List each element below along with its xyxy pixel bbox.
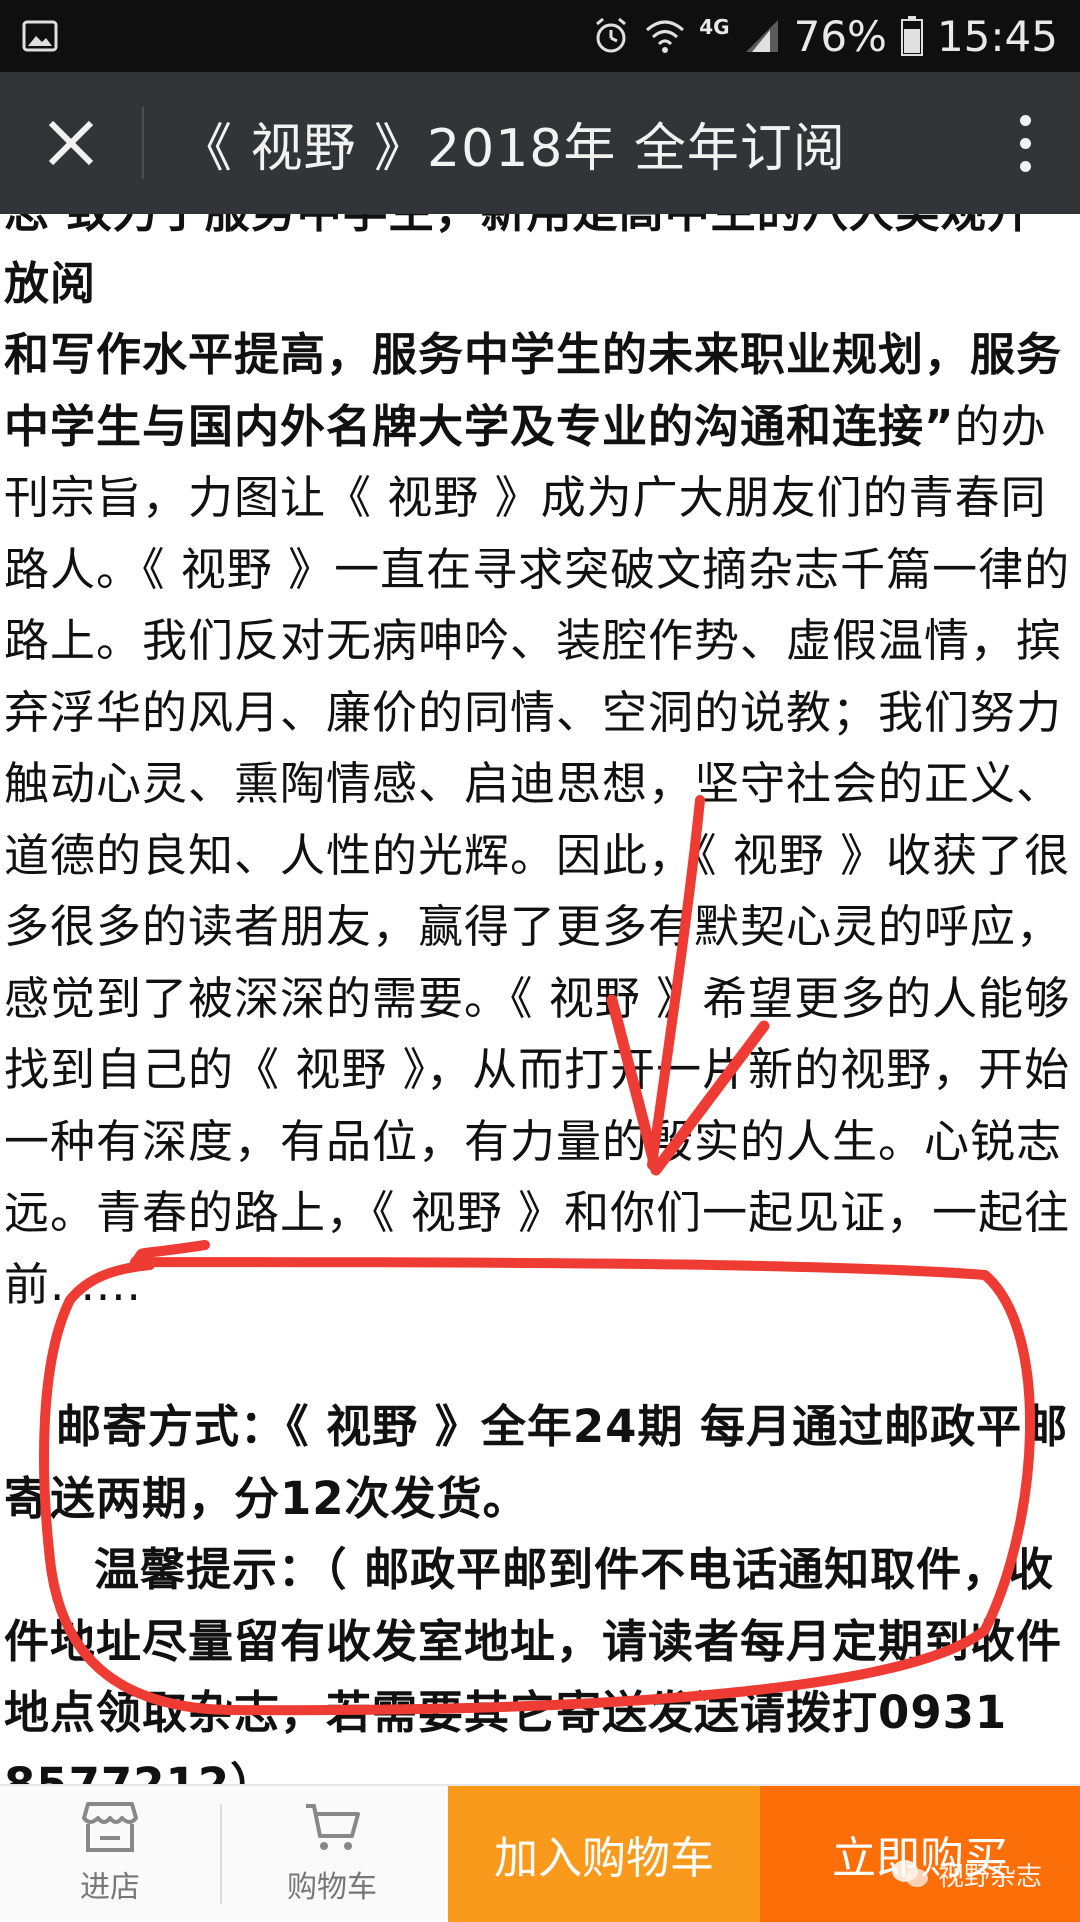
cart-button[interactable]: 购物车 [222,1786,442,1920]
shipping-notice: 邮寄方式：《 视野 》全年24期 每月通过邮政平邮寄送两期，分12次发货。 温馨… [4,1391,1076,1784]
article-body-text: 的办刊宗旨，力图让《 视野 》成为广大朋友们的青春同路人。《 视野 》一直在寻求… [4,399,1071,1311]
bottom-action-bar: 进店 购物车 加入购物车 立即购买 [0,1784,1080,1922]
battery-percent: 76% [793,11,887,61]
warm-tip: 温馨提示：（ 邮政平邮到件不电话通知取件，收件地址尽量留有收发室地址，请读者每月… [4,1543,1063,1784]
partial-top-line: 思 致力于服务中学生，新用是高中生的八人美观开放阅 [4,214,1032,310]
app-bar-divider [142,107,144,179]
battery-icon [900,16,923,56]
more-options-button[interactable] [980,72,1070,214]
gallery-icon [22,20,58,52]
watermark: 视野杂志 [890,1854,1042,1894]
clock: 15:45 [936,11,1058,61]
wifi-icon [645,18,685,54]
bold-intro: 和写作水平提高，服务中学生的未来职业规划，服务中学生与国内外名牌大学及专业的沟通… [4,328,1063,453]
store-label: 进店 [80,1870,140,1905]
more-dot-icon [1019,137,1031,149]
app-bar: 《 视野 》2018年 全年订阅 [0,72,1080,214]
cart-icon [306,1804,360,1850]
close-button[interactable] [0,72,142,214]
signal-icon [744,18,780,54]
store-icon [82,1802,138,1852]
wechat-logo-icon [892,1860,928,1887]
article-body: 思 致力于服务中学生，新用是高中生的八人美观开放阅 和写作水平提高，服务中学生的… [4,214,1076,1784]
article-content[interactable]: 思 致力于服务中学生，新用是高中生的八人美观开放阅 和写作水平提高，服务中学生的… [0,214,1080,1784]
watermark-label: 视野杂志 [938,1861,1043,1892]
more-dot-icon [1019,114,1031,126]
article-paragraph: 和写作水平提高，服务中学生的未来职业规划，服务中学生与国内外名牌大学及专业的沟通… [4,319,1076,1320]
alarm-icon [591,16,631,56]
more-dot-icon [1019,160,1031,172]
store-button[interactable]: 进店 [0,1786,220,1920]
page-title: 《 视野 》2018年 全年订阅 [180,118,846,179]
cart-label: 购物车 [287,1870,377,1905]
shipping-method: 邮寄方式：《 视野 》全年24期 每月通过邮政平邮寄送两期，分12次发货。 [4,1400,1069,1525]
status-bar: 4G 76% 15:45 [0,0,1080,72]
network-type: 4G [699,15,730,39]
close-icon [48,120,94,166]
add-to-cart-button[interactable]: 加入购物车 [448,1786,760,1922]
